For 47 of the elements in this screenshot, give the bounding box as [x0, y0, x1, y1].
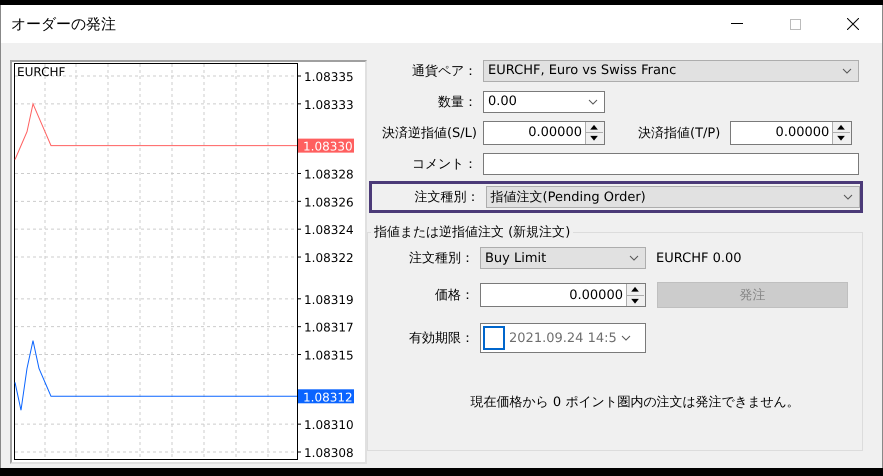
price-tag: 1.08330 [298, 138, 354, 154]
price-tag: 1.08312 [298, 389, 354, 404]
price-axis-label: 1.08317 [304, 320, 354, 335]
field-label: 決済指値(T/P) [638, 124, 720, 142]
spin-buttons[interactable] [626, 284, 645, 306]
expiry-checkbox[interactable] [483, 326, 505, 350]
spin-buttons[interactable] [832, 122, 852, 144]
chevron-down-icon [842, 68, 852, 74]
price-axis-label: 1.08322 [304, 251, 354, 266]
chart-title: EURCHF [17, 65, 66, 79]
price-axis-label: 1.08315 [304, 348, 354, 363]
symbol-info: EURCHF 0.00 [656, 250, 742, 266]
volume-dropdown[interactable]: 0.00 [483, 90, 605, 112]
field-label: 注文種別： [408, 250, 474, 267]
window-title: オーダーの発注 [11, 14, 117, 34]
price-axis-label: 1.08326 [304, 195, 354, 210]
price-axis-label: 1.08319 [304, 292, 354, 307]
group-title: 指値または逆指値注文 (新規注文) [373, 224, 572, 241]
price-axis-label: 1.08310 [304, 418, 354, 432]
price-axis-label: 1.08335 [304, 70, 354, 84]
chevron-down-icon [629, 255, 639, 261]
field-label: 通貨ペア： [411, 62, 477, 80]
field-label: 決済逆指値(S/L) [380, 124, 477, 142]
spin-buttons[interactable] [585, 122, 604, 144]
symbol-dropdown[interactable]: EURCHF, Euro vs Swiss Franc [483, 60, 859, 82]
price-axis-label: 1.08328 [304, 167, 354, 182]
price-axis-label: 1.08324 [304, 223, 354, 238]
field-label: 価格： [434, 287, 474, 304]
close-icon[interactable] [847, 18, 859, 30]
order-type-dropdown[interactable]: 指値注文(Pending Order) [486, 186, 860, 208]
price-field[interactable]: 0.00000 [480, 283, 646, 307]
minimize-icon[interactable] [731, 23, 743, 25]
field-label: 注文種別： [414, 189, 480, 206]
chevron-down-icon [588, 98, 598, 104]
expiry-date-picker[interactable]: 2021.09.24 14:5 [480, 323, 646, 353]
field-label: 有効期限： [408, 330, 474, 347]
chevron-down-icon [843, 194, 853, 200]
comment-field[interactable] [483, 152, 859, 174]
pending-type-dropdown[interactable]: Buy Limit [480, 247, 646, 269]
price-axis-label: 1.08308 [304, 446, 354, 460]
chevron-down-icon [621, 335, 631, 341]
stop-loss-field[interactable]: 0.00000 [483, 120, 605, 144]
price-axis-label: 1.08333 [304, 98, 354, 112]
notice-text: 現在価格から 0 ポイント圏内の注文は発注できません。 [470, 394, 800, 411]
take-profit-field[interactable]: 0.00000 [730, 120, 852, 144]
field-label: 数量： [437, 94, 477, 110]
field-label: コメント： [411, 156, 477, 172]
